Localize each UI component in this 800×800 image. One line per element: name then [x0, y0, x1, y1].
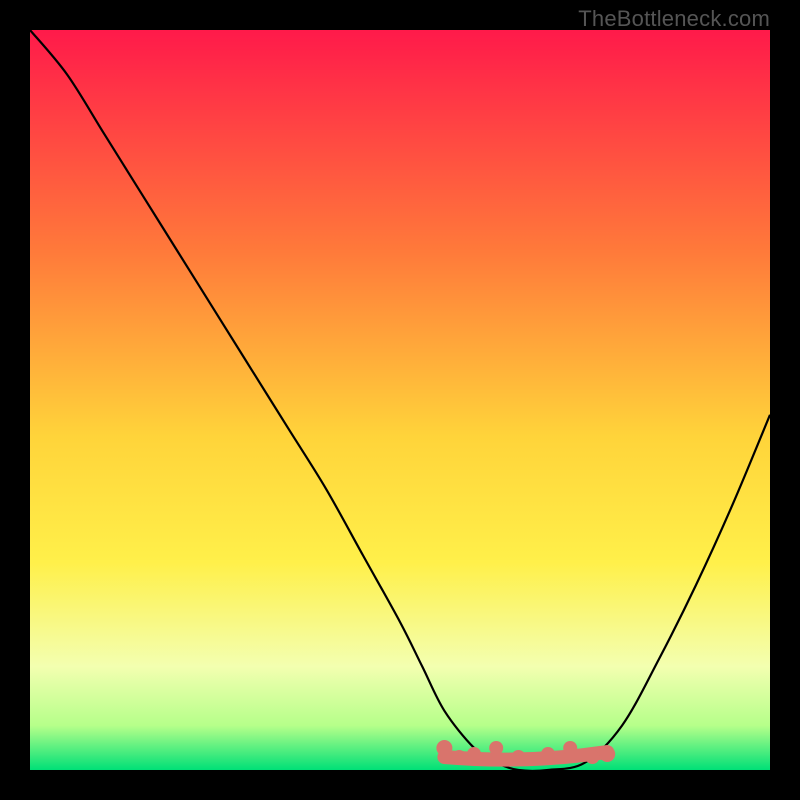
marker-dot	[511, 750, 525, 764]
chart-frame: TheBottleneck.com	[0, 0, 800, 800]
marker-dot	[563, 741, 577, 755]
watermark-label: TheBottleneck.com	[578, 6, 770, 32]
marker-dot	[585, 750, 599, 764]
marker-dot	[599, 746, 615, 762]
plot-area	[30, 30, 770, 770]
optimal-band-markers	[436, 740, 615, 764]
marker-dot	[489, 741, 503, 755]
marker-dot	[452, 750, 466, 764]
chart-svg	[30, 30, 770, 770]
bottleneck-curve	[30, 30, 770, 770]
marker-dot	[467, 747, 481, 761]
marker-dot	[436, 740, 452, 756]
marker-dot	[541, 747, 555, 761]
